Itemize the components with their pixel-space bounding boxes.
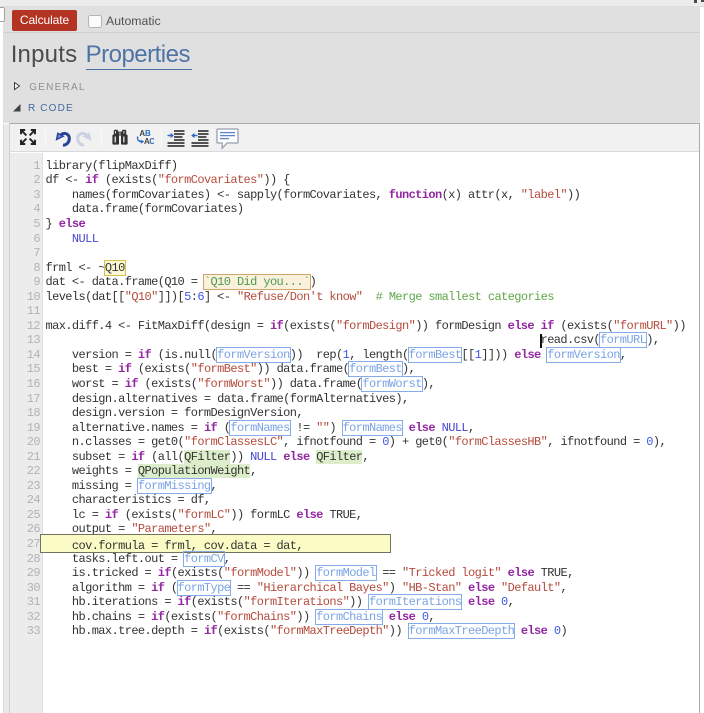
svg-text:C: C bbox=[149, 137, 154, 145]
